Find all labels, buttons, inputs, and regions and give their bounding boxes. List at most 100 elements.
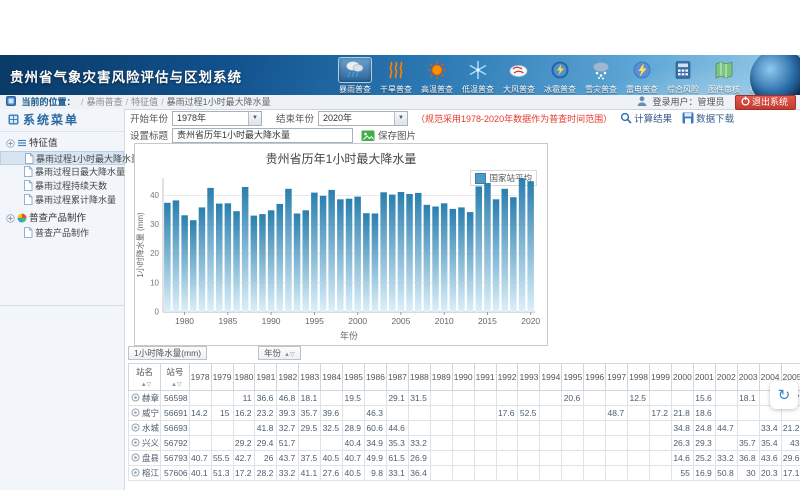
col-station-name[interactable]: 站名▲▽ — [129, 364, 161, 391]
col-year[interactable]: 2003 — [737, 364, 759, 391]
station-id-cell: 56693 — [161, 421, 190, 436]
col-year[interactable]: 1991 — [474, 364, 496, 391]
bar — [372, 214, 379, 313]
value-cell — [365, 391, 387, 406]
radio-icon[interactable] — [131, 393, 140, 402]
table-row[interactable]: 榕江5760640.151.317.228.233.241.127.640.59… — [129, 466, 800, 481]
col-year[interactable]: 1984 — [321, 364, 343, 391]
sidebar-item[interactable]: 暴雨过程日最大降水量 — [0, 165, 124, 179]
logout-button[interactable]: 退出系统 — [735, 95, 796, 110]
breadcrumb-item[interactable]: 特征值 — [131, 97, 158, 107]
bar — [207, 188, 214, 312]
calc-result-button[interactable]: 计算结果 — [620, 111, 672, 125]
nav-item-rainstorm[interactable]: 暴雨普查 — [336, 57, 374, 95]
nav-item-hail[interactable]: 冰雹普查 — [541, 57, 579, 95]
table-row[interactable]: 水城5669341.832.729.532.528.960.644.634.82… — [129, 421, 800, 436]
start-year-select[interactable]: 1978年▼ — [172, 111, 262, 126]
col-year[interactable]: 1999 — [650, 364, 672, 391]
col-station-id[interactable]: 站号▲▽ — [161, 364, 190, 391]
radio-icon[interactable] — [131, 438, 140, 447]
value-cell — [211, 436, 233, 451]
col-year[interactable]: 1993 — [518, 364, 540, 391]
radio-icon[interactable] — [131, 423, 140, 432]
station-name-cell: 威宁 — [129, 406, 161, 421]
breadcrumb-item[interactable]: 暴雨普查 — [87, 97, 123, 107]
sidebar-item[interactable]: 暴雨过程累计降水量 — [0, 193, 124, 207]
pivot-data-field[interactable]: 1小时降水量(mm) — [128, 346, 207, 360]
col-year[interactable]: 1988 — [408, 364, 430, 391]
rainstorm-icon — [338, 57, 372, 83]
breadcrumb-item[interactable]: 暴雨过程1小时最大降水量 — [167, 97, 271, 107]
col-year[interactable]: 1998 — [628, 364, 650, 391]
sidebar-item-label: 暴雨过程持续天数 — [35, 181, 107, 191]
pivot-column-field[interactable]: 年份▲▽ — [258, 346, 301, 360]
sort-icon[interactable]: ▲▽ — [171, 382, 182, 388]
nav-item-risk[interactable]: 综合风险 — [664, 57, 702, 95]
sidebar-item[interactable]: 普查产品制作 — [0, 226, 124, 240]
sort-icon[interactable]: ▲▽ — [284, 352, 295, 358]
radio-icon[interactable] — [131, 408, 140, 417]
col-year[interactable]: 1987 — [386, 364, 408, 391]
nav-label: 高温普查 — [418, 84, 456, 95]
col-year[interactable]: 1981 — [255, 364, 277, 391]
col-year[interactable]: 1990 — [452, 364, 474, 391]
table-row[interactable]: 威宁5669114.21516.223.239.335.739.646.317.… — [129, 406, 800, 421]
col-year[interactable]: 2000 — [671, 364, 693, 391]
col-year[interactable]: 1986 — [365, 364, 387, 391]
col-year[interactable]: 1995 — [562, 364, 584, 391]
sidebar-group[interactable]: 普查产品制作 — [0, 211, 124, 226]
data-download-button[interactable]: 数据下载 — [682, 111, 734, 125]
expand-icon[interactable] — [6, 213, 17, 224]
end-year-select[interactable]: 2020年▼ — [318, 111, 408, 126]
col-year[interactable]: 1997 — [606, 364, 628, 391]
value-cell — [189, 391, 211, 406]
col-year[interactable]: 1989 — [430, 364, 452, 391]
col-year[interactable]: 1994 — [540, 364, 562, 391]
sort-icon[interactable]: ▲▽ — [141, 382, 152, 388]
bar — [199, 207, 206, 312]
col-year[interactable]: 1985 — [343, 364, 365, 391]
value-cell: 20.3 — [759, 466, 781, 481]
table-row[interactable]: 兴义5679229.229.451.740.434.935.333.226.32… — [129, 436, 800, 451]
col-year[interactable]: 1996 — [584, 364, 606, 391]
value-cell — [562, 421, 584, 436]
table-row[interactable]: 盘县5679340.755.542.72643.737.540.540.749.… — [129, 451, 800, 466]
sidebar-item[interactable]: 暴雨过程1小时最大降水量 — [0, 151, 124, 165]
col-year[interactable]: 1983 — [299, 364, 321, 391]
data-table-area: 1小时降水量(mm) 年份▲▽ 站名▲▽站号▲▽1978197919801981… — [127, 346, 800, 492]
value-cell: 35.4 — [759, 436, 781, 451]
col-year[interactable]: 2001 — [693, 364, 715, 391]
col-year[interactable]: 1992 — [496, 364, 518, 391]
nav-item-drought[interactable]: 干旱普查 — [377, 57, 415, 95]
value-cell — [430, 436, 452, 451]
floating-refresh-widget[interactable]: ↻ — [770, 381, 798, 409]
radio-icon[interactable] — [131, 453, 140, 462]
value-cell — [474, 466, 496, 481]
sidebar-item[interactable]: 暴雨过程持续天数 — [0, 179, 124, 193]
nav-item-lightning[interactable]: 雷电普查 — [623, 57, 661, 95]
floppy-icon — [682, 112, 694, 124]
bar — [320, 196, 327, 312]
col-year[interactable]: 1979 — [211, 364, 233, 391]
document-icon — [24, 195, 35, 205]
nav-item-wind[interactable]: 大风普查 — [500, 57, 538, 95]
value-cell — [518, 436, 540, 451]
save-image-button[interactable]: 保存图片 — [361, 128, 416, 142]
table-row[interactable]: 赫章565981136.646.818.119.529.131.520.612.… — [129, 391, 800, 406]
col-year[interactable]: 2002 — [715, 364, 737, 391]
col-year[interactable]: 1982 — [277, 364, 299, 391]
nav-item-map-audit[interactable]: 图件审核 — [705, 57, 743, 95]
bar — [415, 193, 422, 312]
radio-icon[interactable] — [131, 468, 140, 477]
col-year[interactable]: 1978 — [189, 364, 211, 391]
svg-text:30: 30 — [150, 220, 159, 229]
expand-icon[interactable] — [6, 138, 17, 149]
svg-text:年份: 年份 — [340, 330, 358, 341]
nav-item-snow[interactable]: 雪灾普查 — [582, 57, 620, 95]
nav-item-cold[interactable]: 低温普查 — [459, 57, 497, 95]
chart-title-input[interactable]: 贵州省历年1小时最大降水量 — [172, 128, 353, 143]
sidebar-group[interactable]: 特征值 — [0, 136, 124, 151]
nav-item-heat[interactable]: 高温普查 — [418, 57, 456, 95]
svg-text:1995: 1995 — [305, 316, 324, 326]
col-year[interactable]: 1980 — [233, 364, 255, 391]
